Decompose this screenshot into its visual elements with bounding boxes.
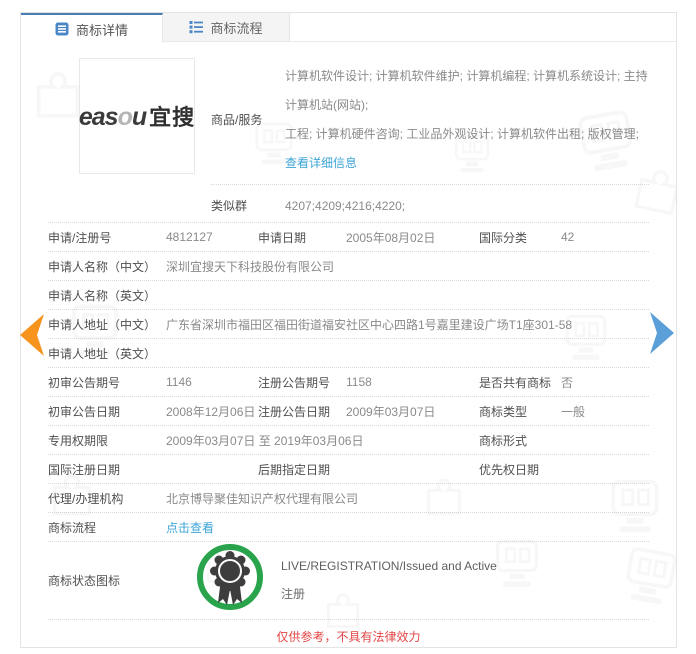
- field-label: 初审公告期号: [48, 375, 121, 390]
- next-arrow-icon[interactable]: [649, 311, 677, 355]
- field-label: 申请人名称（英文）: [48, 288, 157, 303]
- divider: [211, 184, 649, 185]
- table-row: 申请/注册号 4812127 申请日期 2005年08月02日 国际分类 42: [48, 223, 649, 252]
- field-label: 商标形式: [479, 433, 528, 448]
- field-label: 申请日期: [258, 230, 307, 245]
- goods-services-value: 计算机软件设计; 计算机软件维护; 计算机编程; 计算机系统设计; 主持计算机站…: [285, 69, 648, 170]
- prev-arrow-icon[interactable]: [17, 313, 45, 357]
- field-value: 2009年03月07日 至 2019年03月06日: [166, 433, 364, 448]
- view-detail-link[interactable]: 查看详细信息: [285, 156, 357, 170]
- list-icon: [189, 21, 204, 34]
- field-label: 优先权日期: [479, 462, 540, 477]
- status-badge-icon: [197, 543, 263, 610]
- field-label: 申请/注册号: [48, 230, 112, 245]
- table-row: 代理/办理机构 北京博导聚佳知识产权代理有限公司: [48, 484, 649, 513]
- tab-trademark-detail[interactable]: 商标详情: [21, 13, 163, 43]
- field-label: 申请人地址（中文）: [48, 317, 157, 332]
- field-value: 1146: [166, 375, 192, 389]
- trademark-card: 商标详情 商标流程 easou 宜搜 商品/服务 计算机软件设计; 计算机软件维…: [20, 12, 677, 648]
- table-row: 申请人地址（英文）: [48, 339, 649, 368]
- table-row: 申请人地址（中文） 广东省深圳市福田区福田街道福安社区中心四路1号嘉里建设广场T…: [48, 310, 649, 339]
- table-row: 专用权期限 2009年03月07日 至 2019年03月06日 商标形式: [48, 426, 649, 455]
- tab-trademark-process[interactable]: 商标流程: [163, 13, 290, 41]
- process-view-link[interactable]: 点击查看: [166, 519, 649, 536]
- status-row: 商标状态图标 LIVE/REGISTRATION/Issued and Acti…: [48, 542, 649, 620]
- status-text-cn: 注册: [281, 587, 306, 601]
- tab-label: 商标详情: [75, 22, 128, 38]
- tab-bar: 商标详情 商标流程: [21, 13, 676, 43]
- document-icon: [55, 22, 69, 36]
- detail-content: easou 宜搜 商品/服务 计算机软件设计; 计算机软件维护; 计算机编程; 计…: [21, 42, 676, 654]
- field-label: 是否共有商标: [479, 375, 552, 390]
- similar-group-value: 4207;4209;4216;4220;: [285, 199, 406, 213]
- field-label: 代理/办理机构: [48, 491, 124, 506]
- table-row: 申请人名称（英文）: [48, 281, 649, 310]
- field-value: 2008年12月06日: [166, 404, 256, 419]
- field-value: 否: [561, 375, 574, 390]
- similar-group-label: 类似群: [211, 199, 248, 213]
- field-label: 商标流程: [48, 520, 97, 535]
- table-row: 初审公告期号 1146 注册公告期号 1158 是否共有商标 否: [48, 368, 649, 397]
- field-label: 申请人名称（中文）: [48, 259, 157, 274]
- field-value: 北京博导聚佳知识产权代理有限公司: [166, 491, 359, 506]
- field-label: 注册公告日期: [258, 404, 331, 419]
- field-label: 商标状态图标: [48, 574, 121, 588]
- trademark-logo: easou 宜搜: [78, 103, 196, 131]
- table-row: 初审公告日期 2008年12月06日 注册公告日期 2009年03月07日 商标…: [48, 397, 649, 426]
- table-row: 国际注册日期 后期指定日期 优先权日期: [48, 455, 649, 484]
- field-label: 国际分类: [479, 230, 528, 245]
- field-label: 专用权期限: [48, 433, 109, 448]
- field-value: 42: [561, 230, 575, 244]
- table-row: 申请人名称（中文） 深圳宜搜天下科技股份有限公司: [48, 252, 649, 281]
- field-value: 4812127: [166, 230, 213, 244]
- field-label: 初审公告日期: [48, 404, 121, 419]
- status-text-en: LIVE/REGISTRATION/Issued and Active: [281, 559, 497, 573]
- goods-services-row: 商品/服务 计算机软件设计; 计算机软件维护; 计算机编程; 计算机系统设计; …: [211, 60, 649, 178]
- table-row: 商标流程 点击查看: [48, 513, 649, 542]
- similar-group-row: 类似群 4207;4209;4216;4220;: [211, 192, 649, 220]
- field-value: 一般: [561, 404, 586, 419]
- field-label: 商标类型: [479, 404, 528, 419]
- field-value: 广东省深圳市福田区福田街道福安社区中心四路1号嘉里建设广场T1座301-58: [166, 317, 573, 332]
- field-label: 后期指定日期: [258, 462, 331, 477]
- trademark-detail-page: 商标详情 商标流程 easou 宜搜 商品/服务 计算机软件设计; 计算机软件维…: [0, 0, 696, 654]
- trademark-image: easou 宜搜: [79, 58, 195, 174]
- field-value: 1158: [346, 375, 372, 389]
- field-value: 2005年08月02日: [346, 230, 436, 245]
- field-value: 深圳宜搜天下科技股份有限公司: [166, 259, 335, 274]
- goods-services-section: easou 宜搜 商品/服务 计算机软件设计; 计算机软件维护; 计算机编程; 计…: [48, 42, 649, 223]
- field-label: 国际注册日期: [48, 462, 121, 477]
- field-value: 2009年03月07日: [346, 404, 436, 419]
- field-label: 申请人地址（英文）: [48, 346, 157, 361]
- disclaimer-text: 仅供参考，不具有法律效力: [276, 630, 421, 644]
- tab-label: 商标流程: [210, 20, 263, 36]
- field-label: 注册公告期号: [258, 375, 331, 390]
- goods-services-label: 商品/服务: [211, 112, 263, 127]
